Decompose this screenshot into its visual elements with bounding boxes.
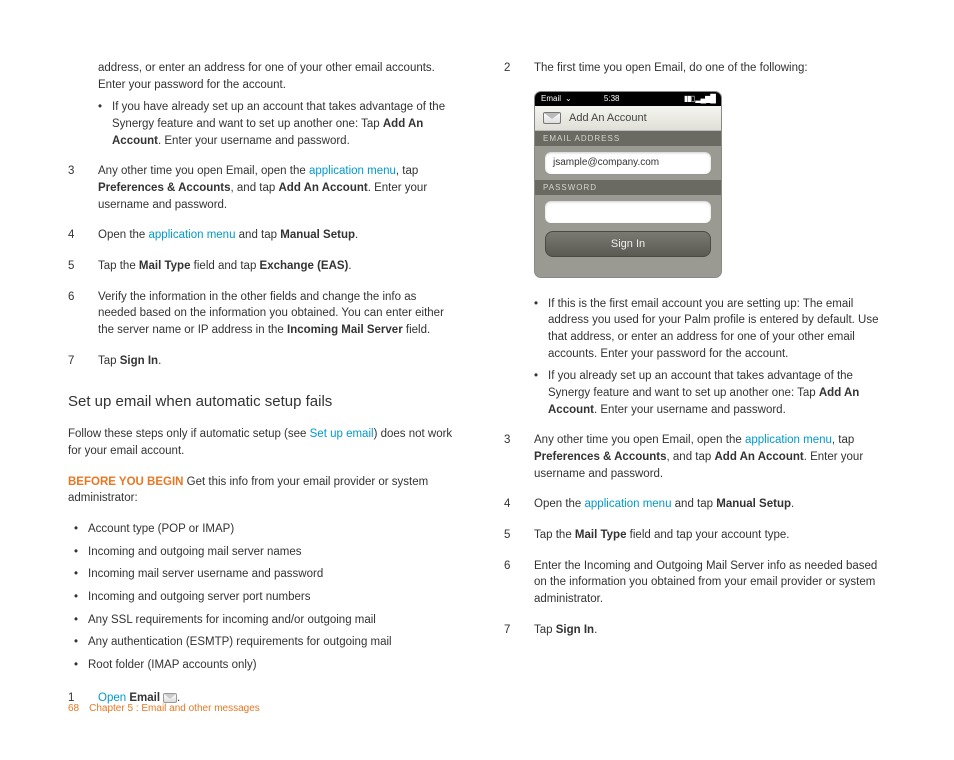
password-field[interactable] xyxy=(545,201,711,223)
list-item: •Account type (POP or IMAP) xyxy=(68,521,456,538)
chapter-label: Chapter 5 : Email and other messages xyxy=(89,703,260,714)
email-label: EMAIL ADDRESS xyxy=(535,131,721,146)
page-number: 68 xyxy=(68,703,79,714)
bullet-item: • If you have already set up an account … xyxy=(68,99,456,149)
phone-screenshot: Email ⌄ 5:38 ▮▮▯ ▂▄▆█ Add An Account EMA… xyxy=(534,91,722,278)
application-menu-link[interactable]: application menu xyxy=(149,229,236,241)
left-column: address, or enter an address for one of … xyxy=(68,60,456,720)
list-item: •Any authentication (ESMTP) requirements… xyxy=(68,634,456,651)
step-5-r: 5 Tap the Mail Type field and tap your a… xyxy=(504,527,892,544)
list-item: •Any SSL requirements for incoming and/o… xyxy=(68,612,456,629)
step-7-r: 7 Tap Sign In. xyxy=(504,622,892,639)
email-icon xyxy=(163,693,177,703)
step-7: 7 Tap Sign In. xyxy=(68,353,456,370)
step-5: 5 Tap the Mail Type field and tap Exchan… xyxy=(68,258,456,275)
step-2: 2 The first time you open Email, do one … xyxy=(504,60,892,77)
phone-header: Add An Account xyxy=(535,106,721,131)
signal-icon: ▮▮▯ ▂▄▆█ xyxy=(684,94,715,103)
application-menu-link[interactable]: application menu xyxy=(585,498,672,510)
password-label: PASSWORD xyxy=(535,180,721,195)
right-column: 2 The first time you open Email, do one … xyxy=(504,60,892,720)
setup-email-link[interactable]: Set up email xyxy=(310,428,374,440)
step-6-r: 6 Enter the Incoming and Outgoing Mail S… xyxy=(504,558,892,608)
application-menu-link[interactable]: application menu xyxy=(309,165,396,177)
page-footer: 68 Chapter 5 : Email and other messages xyxy=(68,703,260,714)
application-menu-link[interactable]: application menu xyxy=(745,434,832,446)
step-6: 6 Verify the information in the other fi… xyxy=(68,289,456,339)
status-time: 5:38 xyxy=(604,94,620,103)
bullet-item: • If this is the first email account you… xyxy=(504,296,892,363)
list-item: •Incoming and outgoing mail server names xyxy=(68,544,456,561)
bullet-item: • If you already set up an account that … xyxy=(504,368,892,418)
open-link[interactable]: Open xyxy=(98,692,126,704)
wifi-icon: ⌄ xyxy=(565,94,572,103)
email-field[interactable]: jsample@company.com xyxy=(545,152,711,174)
before-you-begin: BEFORE YOU BEGIN Get this info from your… xyxy=(68,474,456,507)
step-3: 3 Any other time you open Email, open th… xyxy=(68,163,456,213)
list-item: •Root folder (IMAP accounts only) xyxy=(68,657,456,674)
step-3-r: 3 Any other time you open Email, open th… xyxy=(504,432,892,482)
list-item: •Incoming mail server username and passw… xyxy=(68,566,456,583)
list-item: •Incoming and outgoing server port numbe… xyxy=(68,589,456,606)
continuation-text: address, or enter an address for one of … xyxy=(68,60,456,93)
step-4: 4 Open the application menu and tap Manu… xyxy=(68,227,456,244)
section-heading: Set up email when automatic setup fails xyxy=(68,393,456,410)
phone-status-bar: Email ⌄ 5:38 ▮▮▯ ▂▄▆█ xyxy=(535,92,721,106)
step-4-r: 4 Open the application menu and tap Manu… xyxy=(504,496,892,513)
intro-paragraph: Follow these steps only if automatic set… xyxy=(68,426,456,459)
page-body: address, or enter an address for one of … xyxy=(0,0,954,760)
envelope-icon xyxy=(543,112,561,124)
sign-in-button[interactable]: Sign In xyxy=(545,231,711,257)
